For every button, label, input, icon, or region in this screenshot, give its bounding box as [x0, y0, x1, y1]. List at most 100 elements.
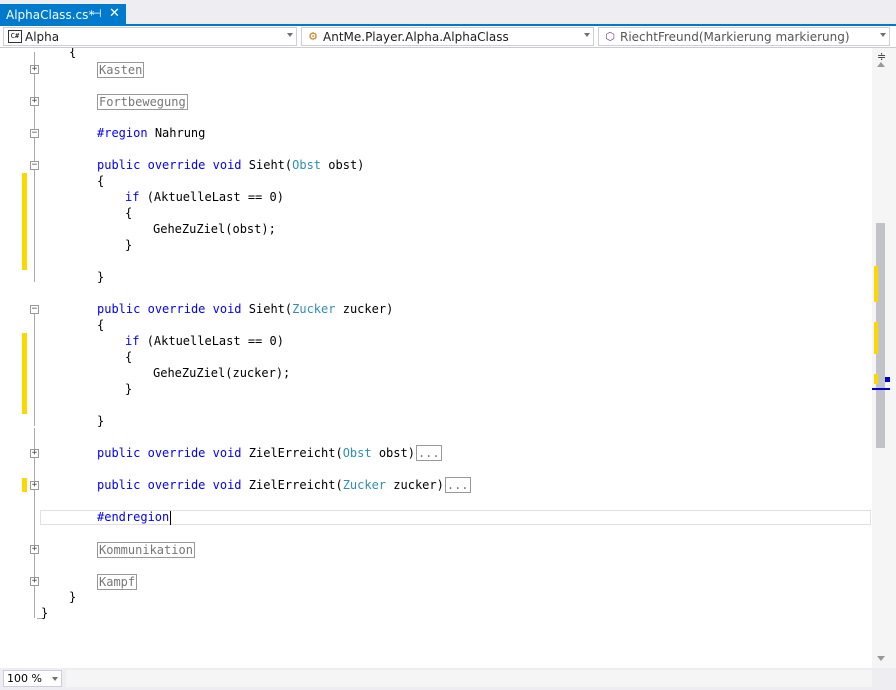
- code-line: Kampf: [0, 574, 872, 590]
- chevron-down-icon: [287, 33, 293, 37]
- keyword: public: [97, 446, 141, 460]
- code-line: Kasten: [0, 62, 872, 78]
- code-line: {: [0, 349, 872, 365]
- keyword: void: [212, 302, 242, 316]
- brace: {: [125, 350, 133, 364]
- project-dropdown-value: Alpha: [25, 30, 60, 44]
- brace: {: [97, 174, 105, 188]
- code-line: Kommunikation: [0, 542, 872, 558]
- method-name: Sieht(: [248, 158, 293, 172]
- condition: (AktuelleLast == 0): [146, 190, 284, 204]
- code-line: GeheZuZiel(obst);: [0, 221, 872, 237]
- collapsed-region-kasten[interactable]: Kasten: [97, 62, 145, 78]
- code-line: {: [0, 173, 872, 189]
- keyword: void: [212, 158, 242, 172]
- code-line: }: [0, 589, 872, 605]
- csharp-project-icon: C#: [8, 30, 22, 43]
- change-marker: [874, 322, 878, 354]
- keyword: if: [125, 190, 140, 204]
- keyword: override: [147, 302, 206, 316]
- brace: }: [97, 414, 105, 428]
- code-line: public override void ZielErreicht(Zucker…: [0, 477, 872, 493]
- code-line: }: [0, 237, 872, 253]
- vertical-scrollbar[interactable]: ≑: [872, 48, 896, 668]
- condition: (AktuelleLast == 0): [146, 334, 284, 348]
- member-dropdown-value: RiechtFreund(Markierung markierung): [620, 30, 850, 44]
- caret-position-marker: [885, 377, 890, 382]
- code-line: }: [0, 413, 872, 429]
- collapsed-region-kampf[interactable]: Kampf: [97, 574, 138, 590]
- keyword: override: [147, 446, 206, 460]
- method-name: ZielErreicht(: [248, 446, 343, 460]
- code-line: }: [0, 269, 872, 285]
- parameter: zucker): [342, 302, 394, 316]
- code-line: public override void Sieht(Zucker zucker…: [0, 301, 872, 317]
- horizontal-scrollbar[interactable]: [66, 670, 872, 687]
- brace: }: [41, 606, 49, 620]
- parameter: obst): [378, 446, 415, 460]
- keyword: override: [147, 478, 206, 492]
- text-caret: [170, 510, 172, 525]
- keyword: if: [125, 334, 140, 348]
- code-line: }: [0, 381, 872, 397]
- change-marker: [874, 374, 878, 384]
- brace: }: [125, 382, 133, 396]
- code-line: {: [0, 317, 872, 333]
- keyword: void: [212, 478, 242, 492]
- class-dropdown-value: AntMe.Player.Alpha.AlphaClass: [323, 30, 509, 44]
- brace: {: [97, 318, 105, 332]
- editor-status-bar: 100 %: [0, 668, 896, 690]
- code-line: public override void Sieht(Obst obst): [0, 157, 872, 173]
- keyword: public: [97, 302, 141, 316]
- region-name: Nahrung: [154, 126, 206, 140]
- code-editor[interactable]: + + − − − + + + + { Kasten Fortbewegung …: [0, 48, 872, 668]
- close-icon[interactable]: ✕: [109, 6, 120, 21]
- endregion-keyword: #endregion: [97, 510, 170, 524]
- class-dropdown[interactable]: ⚙ AntMe.Player.Alpha.AlphaClass: [301, 27, 594, 46]
- keyword: public: [97, 158, 141, 172]
- method-name: Sieht(: [248, 302, 293, 316]
- statement: GeheZuZiel(obst);: [153, 222, 276, 236]
- code-line: #region Nahrung: [0, 125, 872, 141]
- navigation-bar: C# Alpha ⚙ AntMe.Player.Alpha.AlphaClass…: [0, 26, 896, 48]
- collapsed-region-kommunikation[interactable]: Kommunikation: [97, 542, 195, 558]
- method-icon: ⬡: [605, 30, 615, 43]
- code-line: GeheZuZiel(zucker);: [0, 365, 872, 381]
- code-line: public override void ZielErreicht(Obst o…: [0, 445, 872, 461]
- code-line: if (AktuelleLast == 0): [0, 189, 872, 205]
- code-line: }: [0, 605, 872, 621]
- tab-alphaclass[interactable]: AlphaClass.cs* ⊣ ✕: [0, 4, 126, 26]
- member-dropdown[interactable]: ⬡ RiechtFreund(Markierung markierung): [598, 27, 890, 46]
- code-line: if (AktuelleLast == 0): [0, 333, 872, 349]
- type-name: Zucker: [342, 478, 387, 492]
- keyword: override: [147, 158, 206, 172]
- code-line: {: [0, 48, 872, 60]
- brace: }: [125, 238, 133, 252]
- brace: {: [125, 206, 133, 220]
- code-line: #endregion: [0, 509, 872, 525]
- collapsed-body[interactable]: ...: [444, 477, 471, 493]
- collapsed-region-fortbewegung[interactable]: Fortbewegung: [97, 94, 188, 110]
- chevron-down-icon: [880, 33, 886, 37]
- chevron-down-icon: [52, 677, 58, 681]
- statement: GeheZuZiel(zucker);: [153, 366, 291, 380]
- pin-icon[interactable]: ⊣: [92, 7, 102, 20]
- code-line: Fortbewegung: [0, 94, 872, 110]
- type-name: Obst: [292, 158, 322, 172]
- scroll-up-icon[interactable]: [877, 62, 885, 67]
- project-dropdown[interactable]: C# Alpha: [3, 27, 297, 46]
- zoom-dropdown[interactable]: 100 %: [3, 670, 62, 687]
- type-name: Zucker: [292, 302, 336, 316]
- parameter: obst): [328, 158, 365, 172]
- zoom-value: 100 %: [7, 672, 42, 685]
- class-icon: ⚙: [308, 30, 318, 43]
- keyword: void: [212, 446, 242, 460]
- caret-position-line: [872, 388, 890, 390]
- tab-title: AlphaClass.cs*: [6, 8, 95, 22]
- method-name: ZielErreicht(: [248, 478, 343, 492]
- scroll-down-icon[interactable]: [877, 656, 885, 661]
- chevron-down-icon: [584, 33, 590, 37]
- brace: }: [97, 270, 105, 284]
- brace: {: [69, 48, 77, 59]
- collapsed-body[interactable]: ...: [415, 445, 442, 461]
